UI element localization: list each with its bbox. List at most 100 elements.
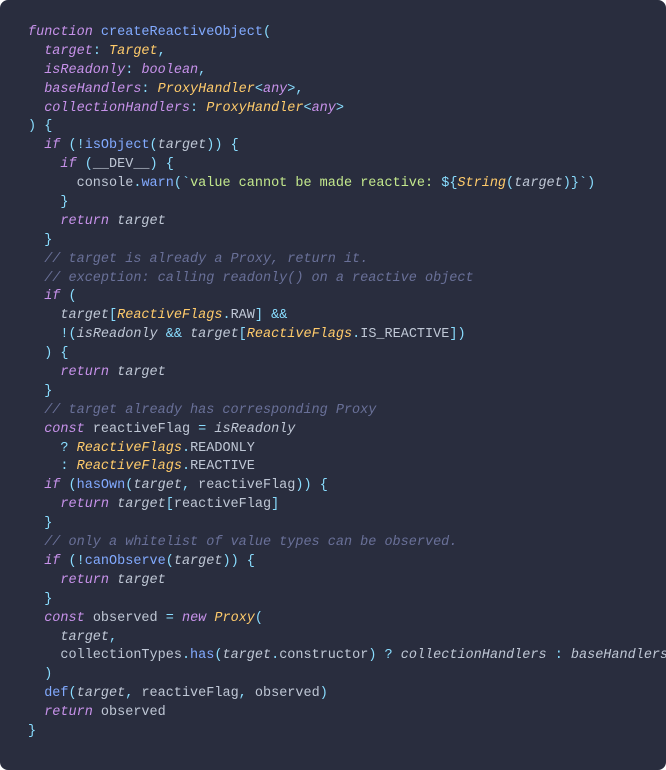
paren: ( [85,157,93,172]
interp-end: } [571,176,579,191]
arg-target: target [514,176,563,191]
arg-target: target [77,686,126,701]
bracket: ] [271,497,279,512]
method-has: has [190,648,214,663]
paren-close: ) [587,176,595,191]
keyword-return: return [60,214,109,229]
ternary-c: : [60,459,68,474]
brace-open: { [166,157,174,172]
arg-observed: observed [255,686,320,701]
call-def: def [44,686,68,701]
arg-target: target [174,554,223,569]
keyword-if: if [44,478,60,493]
comment: // target is already a Proxy, return it. [44,252,368,267]
function-name: createReactiveObject [101,25,263,40]
paren-close: ) [222,554,230,569]
eq: = [198,422,206,437]
paren: ( [69,289,77,304]
paren: ( [69,686,77,701]
gt: > [336,101,344,116]
ternary-q: ? [60,441,68,456]
var-dev: __DEV__ [93,157,150,172]
type-boolean: boolean [141,63,198,78]
type-proxyhandler: ProxyHandler [206,101,303,116]
paren-close: ) [214,138,222,153]
comma: , [295,82,303,97]
ternary-c: : [555,648,563,663]
dot: . [182,648,190,663]
bracket: ] [255,308,263,323]
paren: ( [166,554,174,569]
member-reactive: REACTIVE [190,459,255,474]
and: && [271,308,287,323]
comma: , [198,63,206,78]
brace-open: { [247,554,255,569]
keyword-return: return [60,573,109,588]
paren-close: ) [368,648,376,663]
paren: ( [69,478,77,493]
var-reactiveflag: reactiveFlag [93,422,190,437]
paren: ( [69,138,77,153]
backtick: ` [579,176,587,191]
cls-reactiveflags: ReactiveFlags [117,308,222,323]
brace-open: { [60,346,68,361]
lt: < [255,82,263,97]
keyword-new: new [182,611,206,626]
type-proxyhandler: ProxyHandler [158,82,255,97]
param-collectionhandlers: collectionHandlers [44,101,190,116]
paren-close: ) [320,686,328,701]
bracket: [ [166,497,174,512]
member-raw: RAW [231,308,255,323]
var-observed: observed [93,611,158,626]
dot: . [182,459,190,474]
ternary-q: ? [385,648,393,663]
bang: ! [77,554,85,569]
type-any: any [263,82,287,97]
bracket: [ [109,308,117,323]
paren-close: ) [304,478,312,493]
bang: ! [60,327,68,342]
comma: , [182,478,190,493]
dot: . [352,327,360,342]
keyword-if: if [44,554,60,569]
var-target: target [117,573,166,588]
code-block: function createReactiveObject( target: T… [0,0,666,770]
comment: // only a whitelist of value types can b… [44,535,457,550]
comma: , [109,630,117,645]
var-basehandlers: baseHandlers [571,648,666,663]
var-reactiveflag: reactiveFlag [174,497,271,512]
member-readonly: READONLY [190,441,255,456]
paren-close: ) [231,554,239,569]
brace-close: } [44,233,52,248]
var-target: target [190,327,239,342]
dot: . [222,308,230,323]
bracket: [ [239,327,247,342]
colon: : [190,101,198,116]
brace-close: } [28,724,36,739]
type-any: any [312,101,336,116]
paren: ( [263,25,271,40]
paren-close: ) [563,176,571,191]
var-isreadonly: isReadonly [214,422,295,437]
keyword-return: return [44,705,93,720]
paren-close: ) [44,667,52,682]
var-collectionhandlers: collectionHandlers [401,648,547,663]
interp-start: ${ [441,176,457,191]
arg-reactiveflag: reactiveFlag [198,478,295,493]
cls-reactiveflags: ReactiveFlags [77,459,182,474]
keyword-const: const [44,611,85,626]
brace-close: } [44,516,52,531]
obj-collectiontypes: collectionTypes [60,648,182,663]
and: && [166,327,182,342]
obj-console: console [77,176,134,191]
string-literal: value cannot be made reactive: [190,176,441,191]
brace-close: } [60,195,68,210]
comma: , [125,686,133,701]
brace-close: } [44,592,52,607]
dot: . [271,648,279,663]
param-basehandlers: baseHandlers [44,82,141,97]
paren-close: ) [295,478,303,493]
keyword-if: if [44,138,60,153]
colon: : [141,82,149,97]
call-canobserve: canObserve [85,554,166,569]
